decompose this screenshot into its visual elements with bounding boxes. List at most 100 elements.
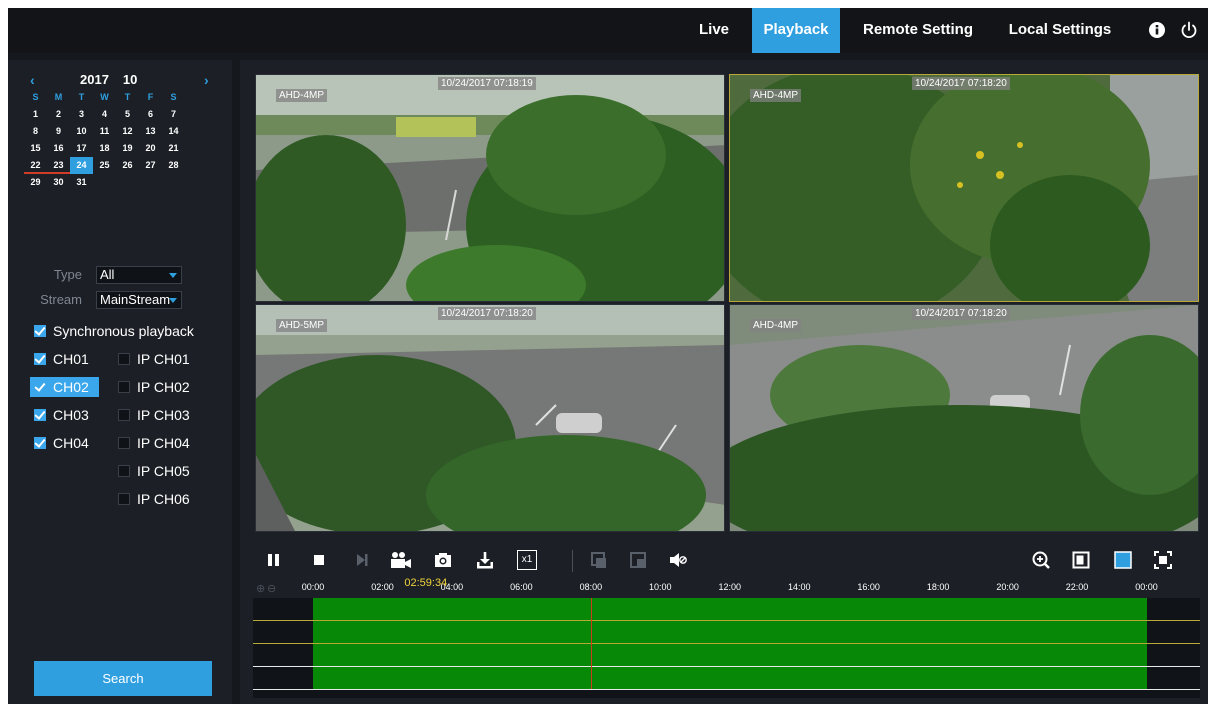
channel-label: CH04 xyxy=(53,435,89,451)
calendar-day[interactable]: 5 xyxy=(116,106,139,123)
calendar-day[interactable]: 27 xyxy=(139,157,162,174)
calendar-day[interactable]: 8 xyxy=(24,123,47,140)
next-month-icon[interactable]: › xyxy=(204,72,209,88)
video-tile-ch02[interactable]: AHD-4MP 10/24/2017 07:18:20 xyxy=(729,74,1199,302)
power-icon[interactable] xyxy=(1179,20,1199,40)
osd-camera-name: AHD-4MP xyxy=(750,89,802,102)
snapshot-icon[interactable] xyxy=(433,550,453,570)
track-divider xyxy=(253,643,1200,644)
calendar-day[interactable]: 11 xyxy=(93,123,116,140)
speed-x1-button[interactable]: x1 xyxy=(517,550,537,570)
playhead[interactable] xyxy=(590,598,592,689)
calendar-day[interactable]: 13 xyxy=(139,123,162,140)
playback-toolbar: x1 xyxy=(256,542,1200,578)
video-tile-ch04[interactable]: AHD-4MP 10/24/2017 07:18:20 xyxy=(729,304,1199,532)
fullscreen-icon[interactable] xyxy=(1153,550,1173,570)
nav-remote-setting[interactable]: Remote Setting xyxy=(854,8,982,53)
ip-channel-checkbox-6[interactable]: IP CH06 xyxy=(118,489,190,509)
calendar-day[interactable]: 21 xyxy=(162,140,185,157)
osd-timestamp: 10/24/2017 07:18:20 xyxy=(912,77,1010,90)
calendar-header: ‹ 2017 10 › xyxy=(8,72,232,88)
calendar-day[interactable]: 9 xyxy=(47,123,70,140)
checkbox-icon xyxy=(118,381,130,393)
channel-checkbox-ch02[interactable]: CH02 xyxy=(30,377,99,397)
osd-camera-name: AHD-5MP xyxy=(276,319,328,332)
channel-checkbox-ch04[interactable]: CH04 xyxy=(34,433,89,453)
calendar-day[interactable]: 23 xyxy=(47,157,70,174)
calendar-day[interactable]: 7 xyxy=(162,106,185,123)
timeline-tick-label: 02:00 xyxy=(371,582,394,592)
calendar-day[interactable]: 2 xyxy=(47,106,70,123)
calendar-day[interactable]: 28 xyxy=(162,157,185,174)
calendar-day[interactable]: 14 xyxy=(162,123,185,140)
calendar-day[interactable]: 12 xyxy=(116,123,139,140)
cursor-time-label: 02:59:34 xyxy=(404,577,448,589)
calendar-day[interactable]: 25 xyxy=(93,157,116,174)
timeline-tick-label: 00:00 xyxy=(301,582,325,592)
type-select[interactable]: All xyxy=(96,266,182,284)
calendar-day[interactable]: 22 xyxy=(24,157,47,174)
calendar-day[interactable]: 19 xyxy=(116,140,139,157)
timeline-zoom-out-icon[interactable]: ⊖ xyxy=(267,582,276,595)
checkbox-icon xyxy=(118,437,130,449)
timeline-tracks[interactable] xyxy=(253,598,1200,698)
top-nav-bar: Live Playback Remote Setting Local Setti… xyxy=(8,8,1208,53)
timeline-tick-label: 14:00 xyxy=(787,582,811,592)
calendar-day[interactable]: 24 xyxy=(70,157,93,174)
calendar-day[interactable]: 15 xyxy=(24,140,47,157)
step-forward-icon[interactable] xyxy=(352,550,372,570)
calendar-weekday: S xyxy=(170,92,177,102)
calendar-year: 2017 xyxy=(80,72,109,87)
calendar-day[interactable]: 26 xyxy=(116,157,139,174)
nav-playback[interactable]: Playback xyxy=(752,8,840,53)
timeline[interactable]: ⊕ ⊖ 00:00 02:00 04:00 06:00 08:00 10:00 12:00 1… xyxy=(253,577,1200,698)
split-2-icon[interactable] xyxy=(628,550,648,570)
video-tile-ch03[interactable]: AHD-5MP 10/24/2017 07:18:20 xyxy=(255,304,725,532)
stream-select[interactable]: MainStream xyxy=(96,291,182,309)
pause-icon[interactable] xyxy=(264,550,284,570)
prev-month-icon[interactable]: ‹ xyxy=(30,72,35,88)
calendar-day[interactable]: 1 xyxy=(24,106,47,123)
calendar-day[interactable]: 16 xyxy=(47,140,70,157)
checkbox-icon xyxy=(34,353,46,365)
info-icon[interactable] xyxy=(1147,20,1167,40)
calendar-day[interactable]: 4 xyxy=(93,106,116,123)
calendar-day[interactable]: 18 xyxy=(93,140,116,157)
zoom-in-icon[interactable] xyxy=(1031,550,1051,570)
ip-channel-checkbox-4[interactable]: IP CH04 xyxy=(118,433,190,453)
calendar-day[interactable]: 6 xyxy=(139,106,162,123)
sidebar: ‹ 2017 10 › SMTWTFS 1 2 3 4 5 6 7 8 9 10 11 12 13 14 15… xyxy=(8,60,232,704)
calendar-day[interactable]: 20 xyxy=(139,140,162,157)
calendar-day[interactable]: 3 xyxy=(70,106,93,123)
checkbox-icon xyxy=(118,465,130,477)
split-1-icon[interactable] xyxy=(589,550,609,570)
audio-mute-icon[interactable] xyxy=(668,550,688,570)
timeline-tick-label: 08:00 xyxy=(579,582,603,592)
search-button[interactable]: Search xyxy=(34,661,212,696)
quad-view-icon[interactable] xyxy=(1113,550,1133,570)
video-tile-ch01[interactable]: AHD-4MP 10/24/2017 07:18:19 xyxy=(255,74,725,302)
video-clip-icon[interactable] xyxy=(389,550,413,570)
timeline-tick-label: 06:00 xyxy=(510,582,533,592)
calendar-day[interactable]: 29 xyxy=(24,174,47,191)
nav-local-settings[interactable]: Local Settings xyxy=(998,8,1122,53)
calendar-day[interactable]: 30 xyxy=(47,174,70,191)
ip-channel-checkbox-1[interactable]: IP CH01 xyxy=(118,349,190,369)
ip-channel-label: IP CH01 xyxy=(137,351,190,367)
ip-channel-checkbox-5[interactable]: IP CH05 xyxy=(118,461,190,481)
calendar-day[interactable]: 10 xyxy=(70,123,93,140)
channel-checkbox-ch03[interactable]: CH03 xyxy=(34,405,89,425)
ip-channel-checkbox-3[interactable]: IP CH03 xyxy=(118,405,190,425)
single-view-icon[interactable] xyxy=(1071,550,1091,570)
nav-live[interactable]: Live xyxy=(689,8,739,53)
calendar-day[interactable]: 17 xyxy=(70,140,93,157)
track-divider xyxy=(253,689,1200,690)
ip-channel-checkbox-2[interactable]: IP CH02 xyxy=(118,377,190,397)
sync-playback-checkbox[interactable]: Synchronous playback xyxy=(34,321,194,341)
calendar-weekday: M xyxy=(54,92,63,102)
download-icon[interactable] xyxy=(475,550,495,570)
stop-icon[interactable] xyxy=(309,550,329,570)
channel-checkbox-ch01[interactable]: CH01 xyxy=(34,349,89,369)
timeline-zoom-in-icon[interactable]: ⊕ xyxy=(256,582,265,595)
calendar-day[interactable]: 31 xyxy=(70,174,93,191)
